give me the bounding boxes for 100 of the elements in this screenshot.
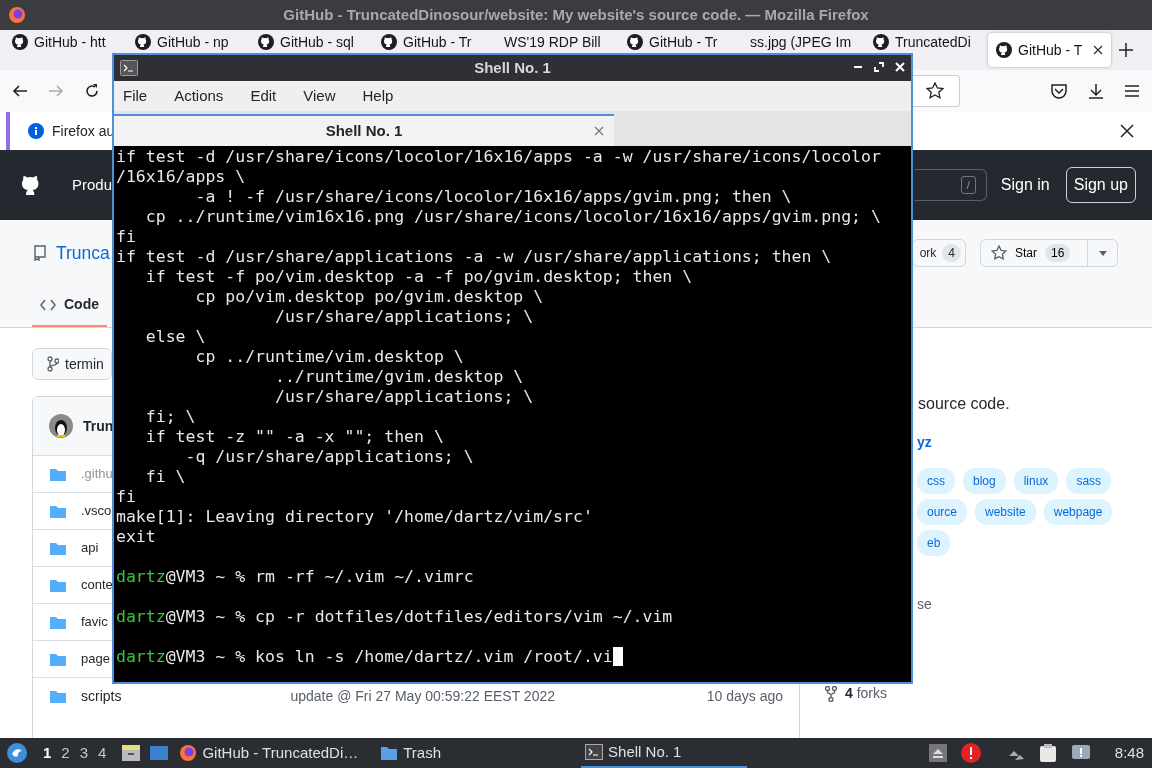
output-line: if test -d /usr/share/applications -a -w /usr/share/applications; then \ — [116, 247, 833, 267]
caret-icon — [1098, 250, 1107, 256]
file-name-link[interactable]: page — [81, 649, 110, 669]
firefox-icon — [8, 6, 26, 24]
search-field[interactable]: / — [914, 169, 987, 201]
output-line: -a ! -f /usr/share/icons/locolor/16x16/apps/gvim.png; then \ — [194, 187, 793, 207]
folder-icon — [49, 503, 67, 519]
close-icon[interactable] — [1120, 124, 1134, 138]
commit-author: Trun — [83, 416, 114, 436]
back-icon[interactable] — [12, 83, 28, 99]
browser-tab[interactable]: GitHub - Tr — [619, 32, 742, 52]
repo-name-link[interactable]: Trunca — [56, 239, 110, 267]
topic-tag[interactable]: eb — [917, 530, 951, 556]
start-menu-icon[interactable] — [6, 742, 28, 764]
prompt-line: dartz@VM3 ~ % cp -r dotfiles/dotfiles/editors/vim ~/.vim — [116, 607, 674, 627]
browser-tab[interactable]: ss.jpg (JPEG Im — [742, 32, 865, 52]
menu-item[interactable]: Actions — [165, 84, 232, 108]
github-icon — [258, 34, 274, 50]
output-line: cp ../runtime/vim.desktop \ — [194, 347, 465, 367]
browser-tab[interactable]: GitHub - sql — [250, 32, 373, 52]
download-icon[interactable] — [1088, 83, 1104, 99]
output-line: make[1]: Leaving directory '/home/dartz/vim/src' — [116, 507, 594, 527]
terminal-tab[interactable]: Shell No. 1 — [114, 114, 614, 146]
topic-tag[interactable]: webpage — [1043, 499, 1113, 525]
file-name-link[interactable]: scripts — [81, 685, 122, 707]
branch-icon — [47, 356, 59, 372]
browser-tab[interactable]: WS'19 RDP Bill — [496, 32, 619, 52]
prompt-line: dartz@VM3 ~ % kos ln -s /home/dartz/.vim /root/.vi — [116, 647, 911, 667]
nav-menu-item[interactable]: Produ — [72, 173, 113, 197]
menu-item[interactable]: File — [114, 84, 156, 108]
new-tab-icon[interactable] — [1119, 43, 1133, 57]
taskbar-button[interactable]: GitHub - TruncatedDi… — [175, 738, 363, 768]
star-count: 16 — [1045, 244, 1071, 262]
browser-tab[interactable]: GitHub - np — [127, 32, 250, 52]
topic-tag[interactable]: linux — [1013, 468, 1059, 494]
output-line: /usr/share/applications; \ — [273, 307, 535, 327]
workspace-button[interactable]: 3 — [74, 741, 94, 765]
branch-button[interactable]: termin — [32, 348, 112, 380]
eject-icon[interactable] — [928, 744, 947, 762]
alert-icon[interactable] — [960, 743, 981, 763]
sign-up-button[interactable]: Sign up — [1065, 167, 1136, 203]
website-link[interactable]: yz — [917, 434, 932, 450]
sign-in-link[interactable]: Sign in — [1000, 173, 1050, 197]
folder-icon — [49, 614, 67, 630]
taskbar-button[interactable]: Trash — [376, 738, 446, 768]
pocket-icon[interactable] — [1050, 83, 1068, 99]
taskbar-button[interactable]: Shell No. 1 — [581, 738, 748, 768]
output-line: /16x16/apps \ — [116, 167, 247, 187]
firefox-icon — [179, 744, 198, 762]
topic-tag[interactable]: ource — [917, 499, 968, 525]
topic-tag[interactable]: blog — [963, 468, 1006, 494]
clipboard-icon[interactable] — [1038, 743, 1057, 763]
avatar-icon — [49, 414, 73, 438]
browser-tab[interactable]: GitHub - Tr — [373, 32, 496, 52]
folder-icon — [49, 540, 67, 556]
menu-item[interactable]: View — [294, 84, 344, 108]
commit-age: 10 days ago — [706, 686, 783, 706]
notification-icon[interactable] — [1070, 744, 1091, 762]
license-text: se — [917, 595, 932, 614]
window-title: Shell No. 1 — [474, 57, 551, 78]
topic-tag[interactable]: website — [975, 499, 1036, 525]
desktop-icon[interactable] — [149, 744, 170, 762]
fork-button[interactable]: ork 4 — [912, 239, 966, 267]
code-tab[interactable]: Code — [32, 294, 107, 327]
github-icon — [12, 34, 28, 50]
maximize-icon[interactable] — [874, 62, 884, 72]
folder-icon — [49, 577, 67, 593]
output-line: fi; \ — [144, 407, 197, 427]
file-name-link[interactable]: .vsco — [81, 501, 112, 521]
menu-icon[interactable] — [1124, 84, 1140, 98]
file-name-link[interactable]: conte — [81, 575, 113, 595]
fork-count: 4 — [942, 244, 961, 262]
browser-tab[interactable]: GitHub - T — [988, 33, 1111, 67]
output-line: fi \ — [144, 467, 187, 487]
file-name-link[interactable]: favic — [81, 612, 108, 632]
star-button[interactable]: Star 16 — [991, 244, 1082, 262]
address-bar[interactable] — [910, 75, 960, 107]
workspace-button[interactable]: 2 — [56, 741, 75, 765]
file-name-link[interactable]: api — [81, 538, 99, 558]
output-line: -q /usr/share/applications; \ — [184, 447, 475, 467]
commit-message-link[interactable]: update @ Fri 27 May 00:59:22 EEST 2022 — [290, 685, 555, 707]
repo-description: source code. — [918, 394, 1010, 414]
browser-tab[interactable]: GitHub - htt — [4, 32, 127, 52]
workspace-button[interactable]: 1 — [38, 741, 57, 765]
menu-item[interactable]: Edit — [241, 84, 285, 108]
menu-item[interactable]: Help — [353, 84, 402, 108]
repo-icon — [32, 245, 48, 261]
close-icon[interactable] — [1093, 45, 1103, 55]
window-title: GitHub - TruncatedDinosour/website: My website's source code. — Mozilla Firefox — [283, 4, 869, 25]
topic-tag[interactable]: sass — [1066, 468, 1112, 494]
output-line: exit — [116, 527, 157, 547]
output-line: cp ../runtime/vim16x16.png /usr/share/icons/locolor/16x16/apps/gvim.png; \ — [144, 207, 882, 227]
reload-icon[interactable] — [84, 83, 100, 99]
workspace-button[interactable]: 4 — [93, 741, 112, 765]
forks-count[interactable]: 4 forks — [845, 683, 888, 704]
browser-tab[interactable]: TruncatedDi — [865, 32, 988, 52]
star-icon[interactable] — [925, 82, 944, 100]
topic-tag[interactable]: css — [917, 468, 955, 494]
file-manager-icon[interactable] — [121, 744, 142, 762]
terminal-icon — [585, 743, 604, 761]
